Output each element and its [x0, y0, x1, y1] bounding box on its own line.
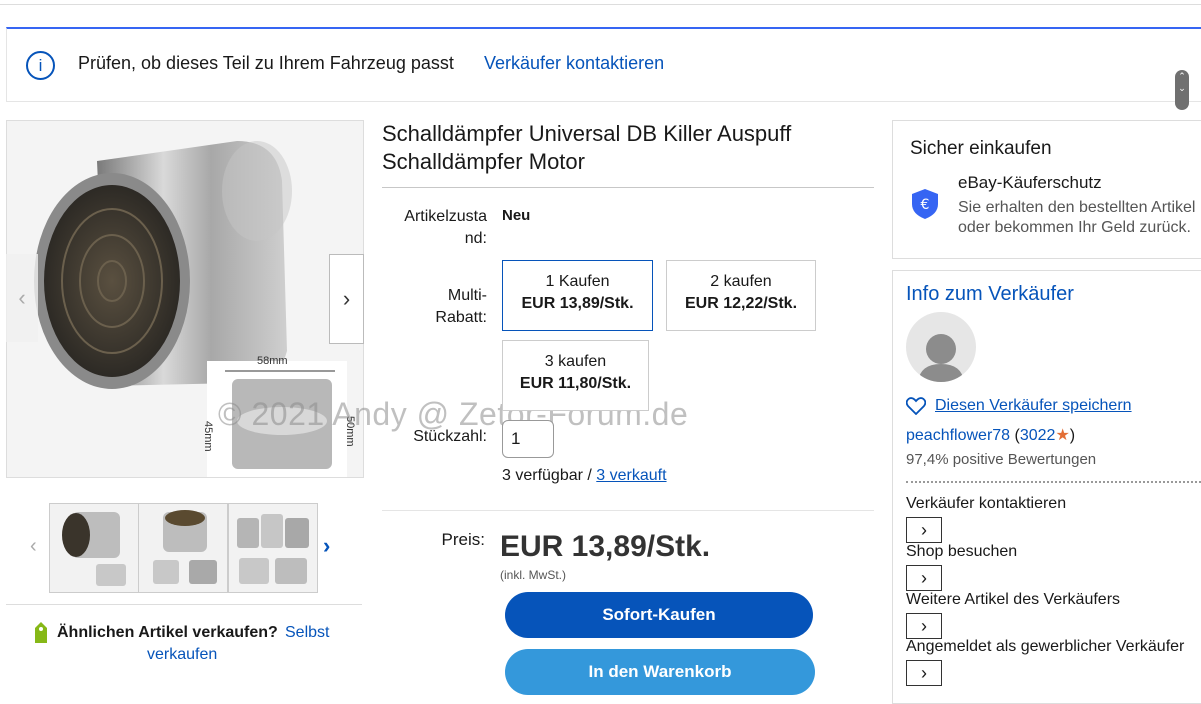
item-title: Schalldämpfer Universal DB Killer Auspuf… [382, 121, 792, 174]
buy-now-button[interactable]: Sofort-Kaufen [505, 592, 813, 638]
quantity-label: Stückzahl: [413, 428, 487, 445]
visit-shop-label: Shop besuchen [906, 543, 1018, 560]
star-icon: ★ [1055, 427, 1070, 444]
svg-text:€: € [921, 197, 930, 213]
visit-shop-chevron-button[interactable]: › [906, 565, 942, 591]
sell-yourself-link[interactable]: Selbst [285, 624, 329, 642]
shield-icon: € [912, 189, 938, 219]
condition-label: Artikelzusta nd: [404, 208, 487, 247]
price-tag-icon [35, 622, 47, 643]
divider [382, 510, 874, 511]
buyer-protection-title: eBay-Käuferschutz [958, 173, 1102, 192]
offer-price: EUR 11,80/Stk. [519, 375, 632, 392]
business-seller-label: Angemeldet als gewerblicher Verkäufer [906, 638, 1185, 655]
buyer-protection-text: Sie erhalten den bestellten Artikel oder… [958, 199, 1196, 236]
thumbnail-image [229, 504, 317, 592]
offer-quantity: 1 Kaufen [545, 273, 610, 290]
contact-seller-link[interactable]: Verkäufer kontaktieren [484, 53, 664, 74]
business-seller-chevron-button[interactable]: › [906, 660, 942, 686]
thumbnail-prev-button[interactable]: ‹ [30, 535, 37, 558]
condition-value: Neu [502, 207, 531, 224]
more-items-label: Weitere Artikel des Verkäufers [906, 591, 1121, 608]
divider [382, 187, 874, 188]
feedback-score-link[interactable]: 3022 [1020, 427, 1056, 444]
available-count: 3 verfügbar / [502, 467, 597, 484]
save-seller-link[interactable]: Diesen Verkäufer speichern [935, 397, 1132, 415]
volume-offer-3[interactable]: 3 kaufen EUR 11,80/Stk. [502, 340, 649, 411]
vat-note: (inkl. MwSt.) [500, 568, 566, 582]
seller-avatar [906, 312, 976, 382]
thumbnail-image [50, 504, 138, 592]
contact-seller-label: Verkäufer kontaktieren [906, 495, 1067, 512]
divider [6, 604, 362, 605]
seller-info-heading: Info zum Verkäufer [906, 283, 1074, 305]
thumbnail-2[interactable] [138, 503, 228, 593]
thumbnail-next-button[interactable]: › [323, 533, 330, 559]
thumbnail-3[interactable] [228, 503, 318, 593]
seller-name-row: peachflower78 (3022★) [906, 427, 1076, 444]
dim-width-label: 58mm [257, 355, 288, 367]
thumbnail-image [139, 504, 227, 592]
dim-height-left-label: 45mm [202, 421, 214, 452]
availability: 3 verfügbar / 3 verkauft [502, 467, 667, 485]
heart-icon[interactable] [906, 397, 926, 415]
contact-seller-chevron-button[interactable]: › [906, 517, 942, 543]
volume-offer-2[interactable]: 2 kaufen EUR 12,22/Stk. [666, 260, 816, 331]
positive-feedback: 97,4% positive Bewertungen [906, 451, 1097, 468]
sell-similar-question: Ähnlichen Artikel verkaufen? [57, 624, 278, 641]
safe-shopping-heading: Sicher einkaufen [910, 138, 1052, 159]
dotted-divider [906, 481, 1201, 483]
add-to-cart-button[interactable]: In den Warenkorb [505, 649, 815, 695]
info-icon: i [26, 51, 55, 80]
price-label: Preis: [441, 530, 485, 549]
sell-yourself-link-continued[interactable]: verkaufen [147, 646, 217, 664]
sold-count-link[interactable]: 3 verkauft [596, 467, 666, 484]
user-icon [918, 334, 964, 382]
offer-price: EUR 13,89/Stk. [521, 295, 634, 312]
fitment-check-text: Prüfen, ob dieses Teil zu Ihrem Fahrzeug… [78, 53, 454, 73]
multi-discount-label: Multi- Rabatt: [435, 287, 487, 326]
more-items-chevron-button[interactable]: › [906, 613, 942, 639]
offer-quantity: 3 kaufen [544, 353, 607, 370]
offer-price: EUR 12,22/Stk. [684, 295, 798, 312]
gallery-next-button[interactable]: › [329, 254, 364, 344]
gallery-prev-button[interactable]: ‹ [6, 254, 38, 342]
volume-offer-1[interactable]: 1 Kaufen EUR 13,89/Stk. [502, 260, 653, 331]
thumbnail-1[interactable] [49, 503, 139, 593]
item-price: EUR 13,89/Stk. [500, 530, 711, 563]
top-divider [0, 0, 1201, 5]
scroll-handle[interactable]: ⌃ ⌄ [1175, 70, 1189, 110]
quantity-input[interactable] [502, 420, 554, 458]
offer-quantity: 2 kaufen [710, 273, 772, 290]
seller-name-link[interactable]: peachflower78 [906, 427, 1010, 444]
